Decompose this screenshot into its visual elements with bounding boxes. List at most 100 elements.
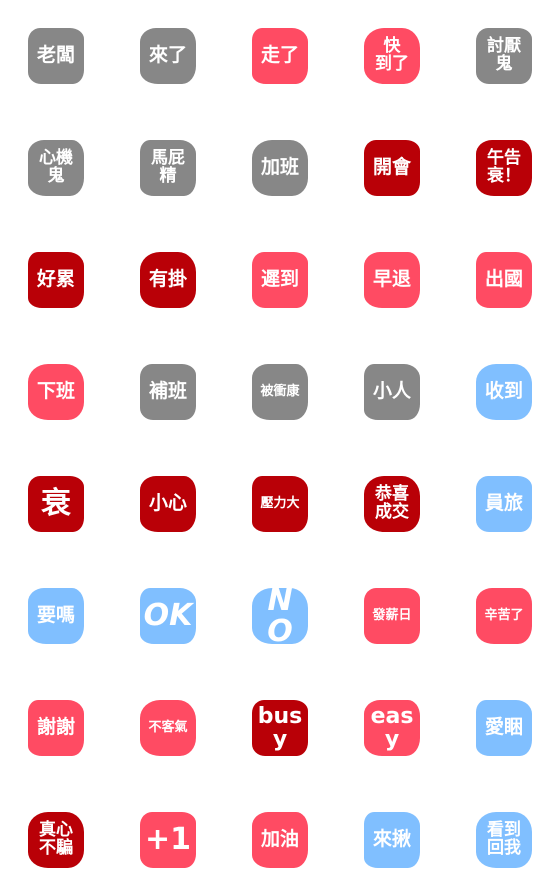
sticker-tile[interactable]: 好累: [28, 252, 84, 308]
sticker-label: 小人: [372, 380, 411, 403]
sticker-cell: 心機 鬼: [0, 112, 112, 224]
sticker-tile[interactable]: 開會: [364, 140, 420, 196]
sticker-cell: 好累: [0, 224, 112, 336]
sticker-cell: 愛睏: [448, 672, 560, 784]
sticker-cell: 收到: [448, 336, 560, 448]
sticker-cell: 看到 回我: [448, 784, 560, 896]
sticker-label: 真心 不騙: [39, 820, 73, 858]
sticker-tile[interactable]: 看到 回我: [476, 812, 532, 868]
sticker-label: 要嗎: [36, 604, 75, 627]
sticker-label: 下班: [36, 380, 75, 403]
sticker-tile[interactable]: 壓力大: [252, 476, 308, 532]
sticker-cell: 老闆: [0, 0, 112, 112]
sticker-label: 發薪日: [372, 608, 412, 624]
sticker-label: 來揪: [372, 828, 411, 851]
sticker-tile[interactable]: 衰: [28, 476, 84, 532]
sticker-tile[interactable]: 被衝康: [252, 364, 308, 420]
sticker-cell: 謝謝: [0, 672, 112, 784]
sticker-cell: 衰: [0, 448, 112, 560]
sticker-cell: 快 到了: [336, 0, 448, 112]
sticker-tile[interactable]: 小心: [140, 476, 196, 532]
sticker-cell: 開會: [336, 112, 448, 224]
sticker-cell: 補班: [112, 336, 224, 448]
sticker-label: 出國: [484, 268, 523, 291]
sticker-label: 早退: [372, 268, 411, 291]
sticker-tile[interactable]: 發薪日: [364, 588, 420, 644]
sticker-cell: 走了: [224, 0, 336, 112]
sticker-cell: OK: [112, 560, 224, 672]
sticker-tile[interactable]: 收到: [476, 364, 532, 420]
sticker-label: 補班: [148, 380, 187, 403]
sticker-tile[interactable]: 午告 衰！: [476, 140, 532, 196]
sticker-label: 快 到了: [375, 36, 409, 74]
sticker-tile[interactable]: 小人: [364, 364, 420, 420]
sticker-tile[interactable]: 早退: [364, 252, 420, 308]
sticker-cell: 下班: [0, 336, 112, 448]
sticker-tile[interactable]: OK: [140, 588, 196, 644]
sticker-cell: 有掛: [112, 224, 224, 336]
sticker-tile[interactable]: 出國: [476, 252, 532, 308]
sticker-tile[interactable]: busy: [252, 700, 308, 756]
sticker-tile[interactable]: 有掛: [140, 252, 196, 308]
sticker-tile[interactable]: 走了: [252, 28, 308, 84]
sticker-label: 加班: [260, 156, 299, 179]
sticker-cell: 遲到: [224, 224, 336, 336]
sticker-tile[interactable]: 來了: [140, 28, 196, 84]
sticker-tile[interactable]: 要嗎: [28, 588, 84, 644]
sticker-cell: 加油: [224, 784, 336, 896]
sticker-cell: 要嗎: [0, 560, 112, 672]
sticker-label: +1: [144, 822, 191, 858]
sticker-label: 走了: [260, 44, 299, 67]
sticker-tile[interactable]: NO: [252, 584, 308, 647]
sticker-cell: 討厭 鬼: [448, 0, 560, 112]
sticker-label: 恭喜 成交: [375, 484, 409, 522]
sticker-tile[interactable]: 辛苦了: [476, 588, 532, 644]
sticker-label: 辛苦了: [484, 608, 524, 624]
sticker-label: 討厭 鬼: [487, 36, 521, 74]
sticker-cell: 小心: [112, 448, 224, 560]
sticker-tile[interactable]: 心機 鬼: [28, 140, 84, 196]
sticker-tile[interactable]: +1: [140, 812, 196, 868]
sticker-cell: 被衝康: [224, 336, 336, 448]
sticker-tile[interactable]: 討厭 鬼: [476, 28, 532, 84]
sticker-cell: 早退: [336, 224, 448, 336]
sticker-tile[interactable]: 馬屁 精: [140, 140, 196, 196]
sticker-cell: busy: [224, 672, 336, 784]
sticker-tile[interactable]: 補班: [140, 364, 196, 420]
sticker-tile[interactable]: 快 到了: [364, 28, 420, 84]
sticker-tile[interactable]: 不客氣: [140, 700, 196, 756]
sticker-label: 壓力大: [260, 496, 300, 512]
sticker-cell: 小人: [336, 336, 448, 448]
sticker-label: easy: [370, 703, 414, 752]
sticker-tile[interactable]: 真心 不騙: [28, 812, 84, 868]
sticker-label: 員旅: [484, 492, 523, 515]
sticker-tile[interactable]: 老闆: [28, 28, 84, 84]
sticker-tile[interactable]: 加油: [252, 812, 308, 868]
sticker-label: NO: [267, 582, 293, 649]
sticker-label: 小心: [148, 492, 187, 515]
sticker-label: 老闆: [36, 44, 75, 67]
sticker-cell: 恭喜 成交: [336, 448, 448, 560]
sticker-label: 被衝康: [260, 384, 300, 400]
sticker-label: 遲到: [260, 268, 299, 291]
sticker-tile[interactable]: 員旅: [476, 476, 532, 532]
sticker-tile[interactable]: 愛睏: [476, 700, 532, 756]
sticker-label: 來了: [148, 44, 187, 67]
sticker-label: OK: [143, 598, 193, 634]
sticker-tile[interactable]: 遲到: [252, 252, 308, 308]
sticker-label: 衰: [41, 486, 71, 522]
sticker-label: 馬屁 精: [151, 148, 185, 186]
sticker-cell: 員旅: [448, 448, 560, 560]
sticker-tile[interactable]: easy: [364, 700, 420, 756]
sticker-cell: 發薪日: [336, 560, 448, 672]
sticker-label: 午告 衰！: [487, 148, 521, 186]
sticker-tile[interactable]: 下班: [28, 364, 84, 420]
sticker-tile[interactable]: 謝謝: [28, 700, 84, 756]
sticker-label: 開會: [372, 156, 411, 179]
sticker-cell: 午告 衰！: [448, 112, 560, 224]
sticker-cell: NO: [224, 560, 336, 672]
sticker-cell: 真心 不騙: [0, 784, 112, 896]
sticker-tile[interactable]: 恭喜 成交: [364, 476, 420, 532]
sticker-tile[interactable]: 加班: [252, 140, 308, 196]
sticker-tile[interactable]: 來揪: [364, 812, 420, 868]
